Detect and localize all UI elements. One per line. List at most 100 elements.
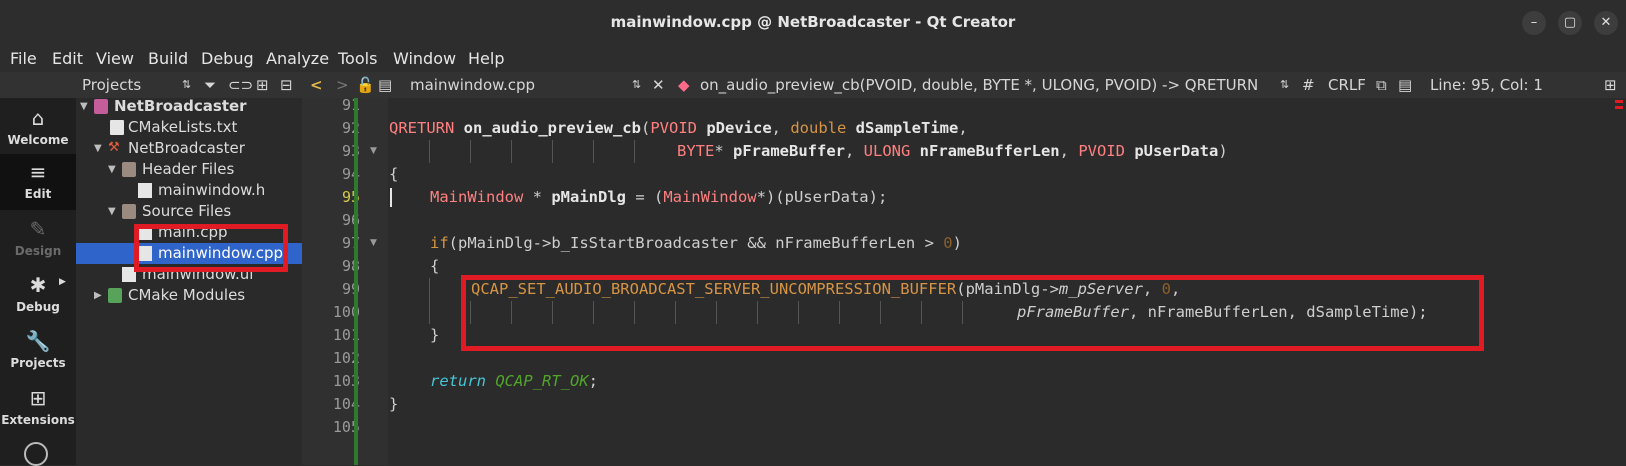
folder-icon (122, 162, 136, 177)
collapsed-arrow-icon[interactable]: ▶ (94, 285, 102, 306)
menu-bar: File Edit View Build Debug Analyze Tools… (0, 45, 1626, 72)
indent-guide (634, 140, 635, 163)
menu-build[interactable]: Build (148, 45, 188, 72)
minimize-button[interactable]: – (1522, 11, 1546, 35)
mode-debug[interactable]: ✱ Debug ▶ (0, 267, 76, 323)
tree-item-project-root[interactable]: ▼ NetBroadcaster (76, 96, 302, 117)
split-view-icon[interactable]: ⊞ (1604, 72, 1617, 98)
menu-debug[interactable]: Debug (201, 45, 254, 72)
code-line-103: return QCAP_RT_OK; (430, 372, 599, 390)
tree-item-cmakelists[interactable]: CMakeLists.txt (76, 117, 302, 138)
view-selector[interactable]: Projects (82, 72, 141, 98)
line-number: 98 (341, 257, 360, 275)
menu-analyze[interactable]: Analyze (266, 45, 329, 72)
code-line-104: } (389, 395, 399, 413)
function-symbol-icon: ◆ (678, 76, 690, 94)
indent-guide (429, 278, 430, 324)
expand-arrow-icon[interactable]: ▼ (108, 159, 116, 180)
project-tree-toolbar: Projects ⇅ ⏷ ⊂⊃ ⊞ ⊟ (0, 72, 302, 99)
tree-item-mainwindow-h[interactable]: mainwindow.h (76, 180, 302, 201)
indent-guide (470, 140, 471, 163)
line-number: 102 (332, 349, 360, 367)
cpp-file-icon: ▤ (378, 76, 393, 94)
code-line-97: if(pMainDlg->b_IsStartBroadcaster && nFr… (430, 234, 962, 252)
hash-button[interactable]: # (1302, 72, 1315, 98)
mode-design[interactable]: ✎ Design (0, 211, 76, 267)
projects-icon: 🔧 (25, 329, 51, 353)
line-ending-selector[interactable]: CRLF (1328, 72, 1366, 98)
menu-help[interactable]: Help (468, 45, 504, 72)
highlight-box (461, 275, 1484, 351)
code-line-101: } (430, 326, 440, 344)
change-marker-bar (354, 98, 358, 465)
project-tree: ▼ NetBroadcaster CMakeLists.txt ▼ ⚒ NetB… (76, 96, 303, 465)
line-number: 93 (341, 142, 360, 160)
filter-icon[interactable]: ⏷ (204, 72, 216, 98)
symbol-selector-arrows-icon[interactable]: ⇅ (1280, 72, 1289, 98)
menu-tools[interactable]: Tools (338, 45, 377, 72)
tree-item-source-files[interactable]: ▼ Source Files (76, 201, 302, 222)
menu-window[interactable]: Window (393, 45, 456, 72)
expand-arrow-icon[interactable]: ▼ (94, 138, 102, 159)
maximize-button[interactable]: ▢ (1558, 11, 1582, 35)
line-number: 103 (332, 372, 360, 390)
document-selector-arrows-icon[interactable]: ⇅ (632, 72, 641, 98)
close-document-icon[interactable]: ✕ (652, 72, 665, 98)
open-document-selector[interactable]: mainwindow.cpp (410, 72, 535, 98)
line-number-current: 95 (341, 188, 360, 206)
menu-edit[interactable]: Edit (52, 45, 83, 72)
close-pane-icon[interactable]: ⊟ (280, 72, 293, 98)
code-editor[interactable]: QRETURN on_audio_preview_cb(PVOID pDevic… (388, 98, 1626, 465)
cmake-file-icon (110, 120, 124, 135)
design-icon: ✎ (29, 217, 47, 241)
line-number: 100 (332, 303, 360, 321)
tree-item-header-files[interactable]: ▼ Header Files (76, 159, 302, 180)
window-title: mainwindow.cpp @ NetBroadcaster - Qt Cre… (610, 13, 1016, 31)
line-number: 92 (341, 119, 360, 137)
link-icon[interactable]: ⊂⊃ (228, 72, 253, 98)
highlight-box (134, 224, 288, 272)
editor-toolbar: < > 🔓 ▤ mainwindow.cpp ⇅ ✕ ◆ on_audio_pr… (302, 72, 1626, 99)
close-button[interactable]: ✕ (1594, 11, 1618, 35)
expand-arrow-icon[interactable]: ▼ (108, 201, 116, 222)
line-number: 101 (332, 326, 360, 344)
fold-marker-icon[interactable]: ▼ (370, 146, 377, 156)
expand-arrow-icon: ▶ (59, 277, 66, 287)
header-file-icon (138, 183, 152, 198)
line-number: 105 (332, 418, 360, 436)
vertical-scrollbar[interactable] (1612, 98, 1626, 465)
menu-view[interactable]: View (96, 45, 134, 72)
help-icon[interactable] (24, 442, 48, 466)
code-line-95: MainWindow * pMainDlg = (MainWindow*)(pU… (430, 188, 888, 206)
mode-welcome[interactable]: ⌂ Welcome (0, 100, 76, 156)
fold-marker-icon[interactable]: ▼ (370, 238, 377, 248)
line-number: 99 (341, 280, 360, 298)
outline-icon[interactable]: ▤ (1398, 72, 1412, 98)
menu-file[interactable]: File (10, 45, 37, 72)
mode-extensions[interactable]: ⊞ Extensions (0, 380, 76, 436)
indent-guide (593, 140, 594, 163)
indent-guide (511, 140, 512, 163)
selector-arrows-icon[interactable]: ⇅ (182, 72, 191, 98)
line-number: 91 (341, 96, 360, 114)
tree-item-cmake-modules[interactable]: ▶ CMake Modules (76, 285, 302, 306)
project-icon (94, 99, 108, 114)
line-number: 96 (341, 211, 360, 229)
cmake-folder-icon (108, 288, 122, 303)
edit-icon: ≡ (29, 160, 47, 184)
expand-arrow-icon[interactable]: ▼ (80, 96, 88, 117)
cursor-position[interactable]: Line: 95, Col: 1 (1430, 72, 1543, 98)
split-editor-icon[interactable]: ⧉ (1376, 72, 1387, 98)
scrollbar-marker (1615, 106, 1623, 109)
mode-projects[interactable]: 🔧 Projects (0, 323, 76, 379)
symbol-selector[interactable]: on_audio_preview_cb(PVOID, double, BYTE … (700, 72, 1258, 98)
mode-sidebar: ⌂ Welcome ≡ Edit ✎ Design ✱ Debug ▶ 🔧 Pr… (0, 98, 76, 466)
home-icon: ⌂ (31, 106, 45, 130)
tree-item-target[interactable]: ▼ ⚒ NetBroadcaster (76, 138, 302, 159)
title-bar: mainwindow.cpp @ NetBroadcaster - Qt Cre… (0, 0, 1626, 46)
folder-icon (122, 204, 136, 219)
hammer-icon: ⚒ (108, 140, 120, 155)
split-icon[interactable]: ⊞ (256, 72, 269, 98)
mode-edit[interactable]: ≡ Edit (0, 154, 76, 210)
line-number-gutter: 91 92 93 ▼ 94 95 96 97 ▼ 98 99 100 101 1… (302, 96, 388, 465)
